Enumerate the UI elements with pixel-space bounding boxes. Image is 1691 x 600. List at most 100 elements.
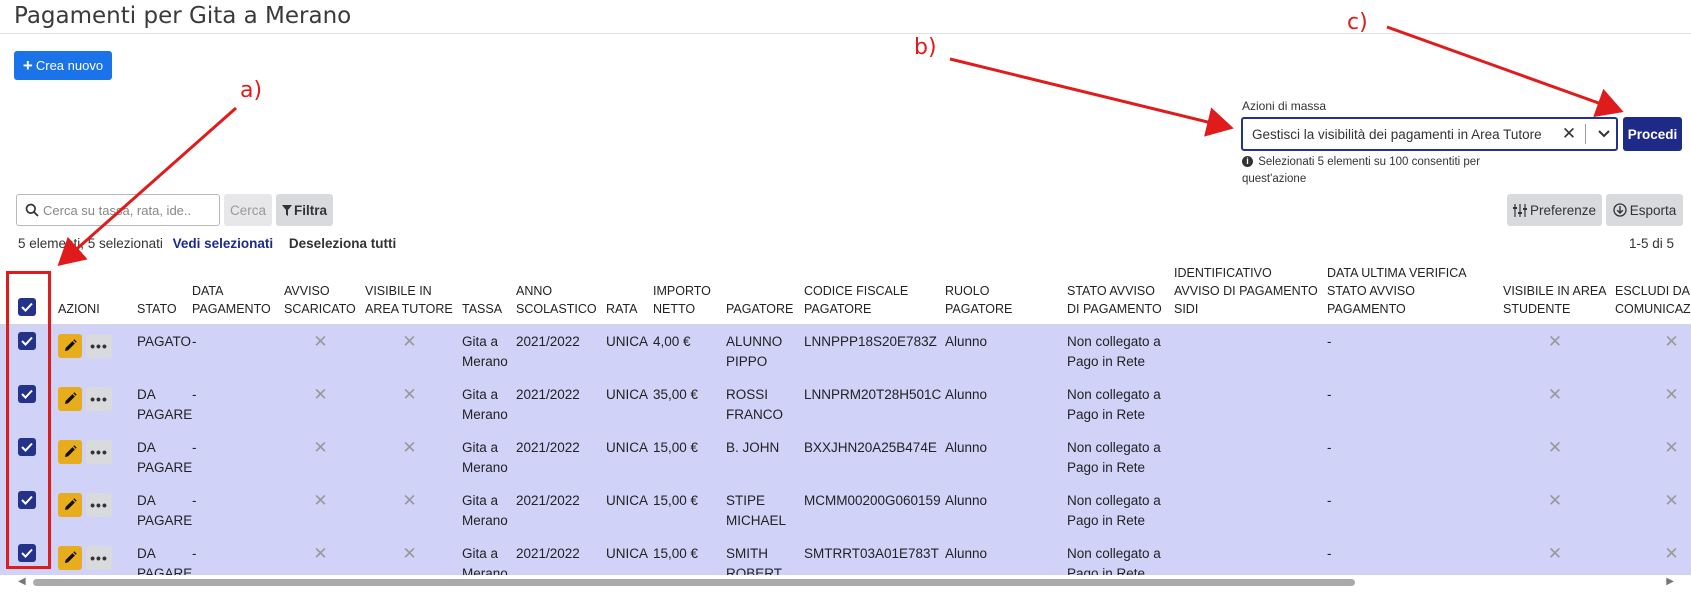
cell-data-verifica: -: [1327, 439, 1332, 455]
horizontal-scrollbar[interactable]: ◀ ▶: [14, 576, 1678, 588]
cell-visibile-area-studente: ✕: [1499, 431, 1611, 484]
cell-tassa: Gita a Merano: [462, 386, 508, 422]
payments-table-container[interactable]: Azioni Stato Data pagamento Avviso scari…: [0, 258, 1691, 575]
close-icon[interactable]: ✕: [1557, 124, 1581, 144]
more-actions-button[interactable]: •••: [86, 492, 112, 517]
scroll-right-icon[interactable]: ▶: [1666, 576, 1674, 588]
more-actions-button[interactable]: •••: [86, 439, 112, 464]
cell-stato: DA PAGARE: [137, 439, 193, 475]
cell-anno-scolastico: 2021/2022: [516, 334, 580, 349]
row-checkbox[interactable]: [18, 332, 36, 350]
export-button[interactable]: Esporta: [1606, 194, 1683, 226]
cell-importo: 15,00 €: [653, 492, 699, 508]
funnel-icon: [281, 204, 292, 216]
row-select-cell[interactable]: [0, 378, 54, 431]
edit-button[interactable]: [58, 545, 82, 570]
edit-button[interactable]: [58, 492, 82, 517]
cell-tassa: Gita a Merano: [462, 545, 508, 576]
cell-visibile-area-studente: ✕: [1499, 325, 1611, 378]
cell-pagatore: ALUNNO PIPPO: [726, 334, 783, 369]
select-all-cell[interactable]: [0, 258, 54, 325]
column-header[interactable]: Stato avviso di pagamento: [1063, 258, 1170, 325]
scroll-left-icon[interactable]: ◀: [18, 576, 26, 588]
column-header[interactable]: Identificativo avviso di pagamento SIDI: [1170, 258, 1323, 325]
cell-avviso-scaricato: ✕: [280, 484, 361, 537]
cell-visibile-area-tutore: ✕: [361, 484, 458, 537]
column-header[interactable]: Azioni: [54, 258, 133, 325]
cell-tassa: Gita a Merano: [462, 439, 508, 475]
more-icon: •••: [90, 390, 108, 407]
column-header[interactable]: Pagatore: [722, 258, 800, 325]
preferences-button[interactable]: Preferenze: [1507, 194, 1602, 226]
deselect-all-link[interactable]: Deseleziona tutti: [289, 236, 396, 251]
column-header[interactable]: Codice fiscale pagatore: [800, 258, 941, 325]
cell-stato: DA PAGARE: [137, 545, 193, 576]
row-select-cell[interactable]: [0, 325, 54, 378]
row-checkbox[interactable]: [18, 437, 36, 456]
search-input[interactable]: [39, 202, 219, 218]
cell-anno-scolastico: 2021/2022: [516, 545, 580, 561]
cell-stato-avviso: Non collegato a Pago in Rete: [1067, 439, 1161, 475]
more-icon: •••: [90, 549, 108, 566]
row-checkbox[interactable]: [18, 384, 36, 403]
cell-data-verifica: -: [1327, 386, 1332, 402]
row-checkbox[interactable]: [18, 490, 36, 509]
edit-button[interactable]: [58, 439, 82, 464]
column-header[interactable]: Data pagamento: [188, 258, 280, 325]
chevron-down-icon[interactable]: [1592, 127, 1616, 141]
column-header[interactable]: Avviso scaricato: [280, 258, 361, 325]
cell-avviso-scaricato: ✕: [280, 537, 361, 576]
pencil-icon: [65, 550, 77, 563]
column-header[interactable]: Rata: [602, 258, 649, 325]
more-actions-button[interactable]: •••: [86, 334, 112, 358]
select-all-checkbox[interactable]: [18, 298, 36, 316]
search-button[interactable]: Cerca: [224, 194, 272, 226]
cell-data-pagamento: -: [192, 545, 197, 561]
mass-actions-select[interactable]: Gestisci la visibilità dei pagamenti in …: [1241, 117, 1618, 151]
column-header[interactable]: Data ultima verifica stato avviso pagame…: [1323, 258, 1499, 325]
mass-actions-label: Azioni di massa: [1242, 99, 1327, 113]
column-header[interactable]: Stato: [133, 258, 188, 325]
column-header[interactable]: Anno scolastico: [512, 258, 602, 325]
column-header[interactable]: Escludi da comunicaz: [1611, 258, 1691, 325]
mass-actions-hint-text: Selezionati 5 elementi su 100 consentiti…: [1242, 156, 1481, 185]
view-selected-link[interactable]: Vedi selezionati: [173, 236, 274, 251]
edit-button[interactable]: [58, 334, 82, 358]
row-select-cell[interactable]: [0, 537, 54, 576]
annotation-label-b: b): [914, 35, 937, 60]
cell-codice-fiscale: LNNPRM20T28H501C: [804, 386, 942, 402]
column-header[interactable]: Visibile in Area Tutore: [361, 258, 458, 325]
cell-rata: UNICA: [606, 334, 649, 349]
cell-codice-fiscale: LNNPPP18S20E783Z: [804, 334, 937, 349]
column-header[interactable]: Visibile in Area Studente: [1499, 258, 1611, 325]
cell-ruolo: Alunno: [945, 492, 988, 508]
create-new-button[interactable]: + Crea nuovo: [14, 51, 112, 80]
cell-stato: DA PAGARE: [137, 386, 193, 422]
column-header[interactable]: Importo netto: [649, 258, 722, 325]
cell-tassa: Gita a Merano: [462, 334, 508, 369]
row-select-cell[interactable]: [0, 431, 54, 484]
x-icon: ✕: [1664, 332, 1679, 351]
more-icon: •••: [90, 338, 108, 354]
annotation-label-a: a): [240, 78, 263, 103]
cell-pagatore: STIPE MICHAEL: [726, 492, 787, 528]
cell-anno-scolastico: 2021/2022: [516, 492, 580, 508]
more-actions-button[interactable]: •••: [86, 386, 112, 411]
column-header[interactable]: Ruolo pagatore: [941, 258, 1063, 325]
proceed-button[interactable]: Procedi: [1623, 117, 1682, 151]
column-header[interactable]: Tassa: [458, 258, 512, 325]
check-icon: [21, 548, 33, 558]
cell-visibile-area-studente: ✕: [1499, 537, 1611, 576]
edit-button[interactable]: [58, 386, 82, 411]
cell-identificativo-sidi: [1170, 484, 1323, 537]
table-row: ••• DA PAGARE - ✕ ✕ Gita a Merano 2021/2…: [0, 430, 1691, 484]
annotation-label-c: c): [1347, 10, 1368, 35]
x-icon: ✕: [1547, 543, 1563, 563]
search-box[interactable]: [16, 194, 220, 226]
x-icon: ✕: [1547, 490, 1563, 510]
row-select-cell[interactable]: [0, 484, 54, 537]
scrollbar-thumb[interactable]: [33, 579, 1355, 586]
row-checkbox[interactable]: [18, 543, 36, 562]
filter-button[interactable]: Filtra: [276, 194, 333, 226]
more-actions-button[interactable]: •••: [86, 545, 112, 570]
